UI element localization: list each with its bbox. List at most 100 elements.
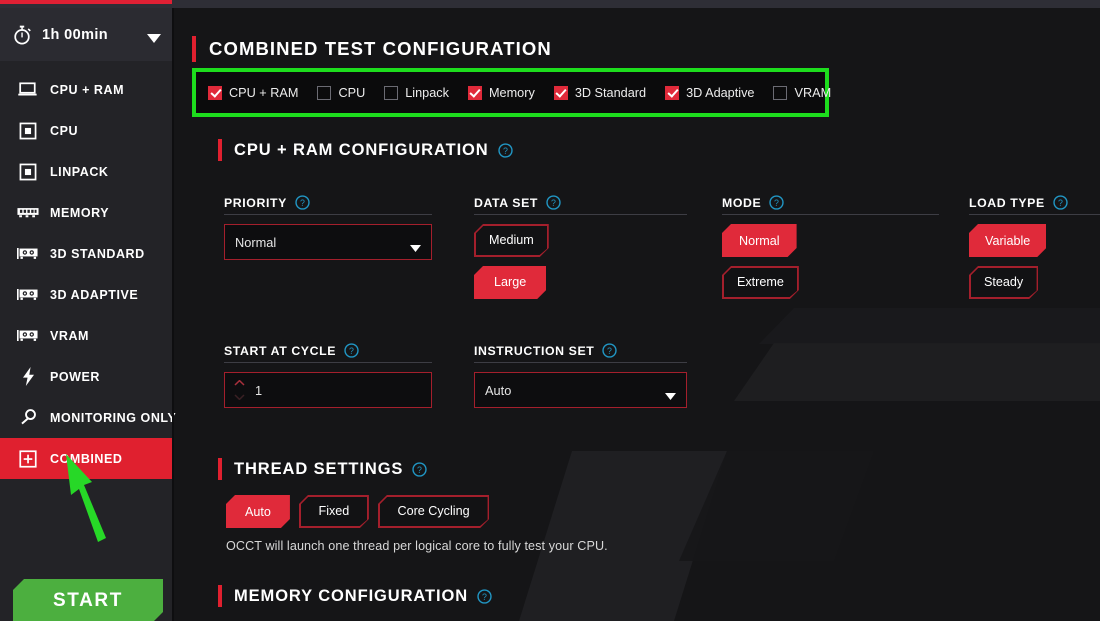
sidebar-item-vram[interactable]: VRAM [0,315,172,356]
section-header-thread-settings: THREAD SETTINGS ? [218,458,428,480]
svg-text:?: ? [349,346,354,356]
start-button-label: START [53,590,123,611]
field-divider [722,214,939,215]
instruction-set-select[interactable]: Auto [474,372,687,408]
chevron-down-icon [410,239,421,252]
data-set-option-large[interactable]: Large [474,266,546,299]
sidebar-item-label: CPU + RAM [50,82,125,97]
thread-option-fixed[interactable]: Fixed [299,495,369,528]
help-icon[interactable]: ? [412,461,428,477]
help-icon[interactable]: ? [295,195,310,210]
thread-settings-options: Auto Fixed Core Cycling [226,495,489,528]
field-data-set: DATA SET ? Medium Large [474,195,687,299]
section-accent-bar [218,458,222,480]
thread-option-core-cycling[interactable]: Core Cycling [378,495,489,528]
checkbox-box-icon [773,85,788,100]
help-icon[interactable]: ? [1053,195,1068,210]
checkbox-label: VRAM [794,85,832,100]
main-content: COMBINED TEST CONFIGURATION CPU + RAM CP… [174,8,1100,621]
sidebar-item-label: LINPACK [50,164,109,179]
svg-text:?: ? [417,464,422,474]
thread-settings-hint: OCCT will launch one thread per logical … [226,539,608,553]
svg-text:?: ? [551,198,556,208]
sidebar-item-label: VRAM [50,328,90,343]
section-title: CPU + RAM CONFIGURATION [234,140,489,159]
checkbox-3d-standard[interactable]: 3D Standard [553,85,647,100]
test-duration-value: 1h 00min [42,26,109,43]
stopwatch-icon [11,24,33,46]
ram-stick-icon [17,203,39,223]
gpu-card-icon [17,326,39,346]
sidebar-item-memory[interactable]: MEMORY [0,192,172,233]
top-accent-bar [0,0,172,4]
field-divider [224,362,432,363]
field-label: DATA SET [474,195,539,210]
sidebar-item-linpack[interactable]: LINPACK [0,151,172,192]
magnifier-icon [17,408,39,428]
field-start-at-cycle: START AT CYCLE ? 1 [224,343,432,408]
svg-text:?: ? [774,198,779,208]
mode-option-normal[interactable]: Normal [722,224,797,257]
sidebar-item-monitoring-only[interactable]: MONITORING ONLY [0,397,176,438]
start-button[interactable]: START [13,579,163,621]
checkbox-vram[interactable]: VRAM [773,85,832,100]
field-instruction-set: INSTRUCTION SET ? Auto [474,343,687,408]
checkbox-box-icon [553,85,568,100]
sidebar: 1h 00min CPU + RAM CPU LINPACK MEMORY 3D… [0,8,176,621]
sidebar-divider [172,8,174,621]
checkbox-linpack[interactable]: Linpack [384,85,449,100]
page-title: COMBINED TEST CONFIGURATION [192,36,552,62]
help-icon[interactable]: ? [344,343,359,358]
checkbox-memory[interactable]: Memory [467,85,535,100]
cpu-chip-icon [17,162,39,182]
thread-option-auto[interactable]: Auto [226,495,290,528]
help-icon[interactable]: ? [477,588,492,604]
svg-text:?: ? [503,145,508,155]
spinner-up-icon[interactable] [234,379,245,401]
start-at-cycle-input[interactable]: 1 [224,372,432,408]
help-icon[interactable]: ? [602,343,618,358]
option-label: Large [494,275,527,290]
priority-value: Normal [235,234,277,250]
sidebar-item-3d-adaptive[interactable]: 3D ADAPTIVE [0,274,172,315]
option-label: Core Cycling [397,504,470,519]
priority-select[interactable]: Normal [224,224,432,260]
sidebar-item-cpu[interactable]: CPU [0,110,172,151]
load-type-option-variable[interactable]: Variable [969,224,1046,257]
sidebar-item-combined[interactable]: COMBINED [0,438,172,479]
sidebar-item-label: MONITORING ONLY [50,410,177,425]
load-type-option-steady[interactable]: Steady [969,266,1038,299]
option-label: Auto [245,504,271,519]
option-label: Normal [739,233,780,248]
checkbox-box-icon [317,85,332,100]
sidebar-item-power[interactable]: POWER [0,356,172,397]
sidebar-item-label: 3D STANDARD [50,246,145,261]
checkbox-label: 3D Standard [574,85,647,100]
lightning-icon [17,367,39,387]
checkbox-label: CPU [338,85,366,100]
option-label: Extreme [736,275,784,290]
help-icon[interactable]: ? [769,195,784,210]
field-divider [969,214,1100,215]
data-set-option-medium[interactable]: Medium [474,224,549,257]
sidebar-item-label: MEMORY [50,205,110,220]
sidebar-item-label: COMBINED [50,451,123,466]
sidebar-item-cpu-ram[interactable]: CPU + RAM [0,69,172,110]
test-duration-dropdown[interactable]: 1h 00min [0,8,172,61]
mode-option-extreme[interactable]: Extreme [722,266,799,299]
help-icon[interactable]: ? [546,195,561,210]
checkbox-cpu[interactable]: CPU [317,85,366,100]
chevron-down-icon [147,30,161,43]
sidebar-item-label: 3D ADAPTIVE [50,287,139,302]
section-header-cpu-ram: CPU + RAM CONFIGURATION ? [218,139,513,161]
option-label: Fixed [318,504,350,519]
checkbox-cpu-ram[interactable]: CPU + RAM [208,85,298,100]
test-selection-bar: CPU + RAM CPU Linpack Memory 3D Standard… [192,68,832,117]
sidebar-item-3d-standard[interactable]: 3D STANDARD [0,233,172,274]
help-icon[interactable]: ? [497,142,513,158]
section-title: THREAD SETTINGS [234,459,404,478]
gpu-card-icon [17,244,39,264]
field-divider [474,214,687,215]
field-label: START AT CYCLE [224,343,337,358]
checkbox-3d-adaptive[interactable]: 3D Adaptive [665,85,754,100]
